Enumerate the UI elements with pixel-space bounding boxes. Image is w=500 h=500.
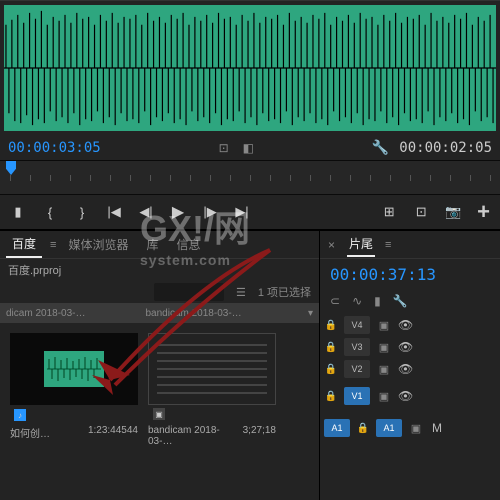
time-ruler[interactable] bbox=[0, 161, 500, 195]
lock-icon[interactable]: 🔒 bbox=[324, 320, 338, 331]
wrench-icon[interactable]: 🔧 bbox=[372, 139, 389, 156]
lock-icon[interactable]: 🔒 bbox=[324, 342, 338, 353]
program-timecode[interactable]: 00:00:02:05 bbox=[399, 140, 492, 156]
add-button[interactable]: + bbox=[477, 199, 490, 225]
track-toggle[interactable]: V3 bbox=[344, 338, 370, 356]
half-icon[interactable]: ◧ bbox=[243, 141, 254, 155]
insert-button[interactable]: ⊞ bbox=[381, 204, 397, 220]
eye-icon[interactable]: 👁 bbox=[398, 362, 412, 376]
film-icon[interactable]: ▣ bbox=[376, 390, 392, 403]
item-duration: 3;27;18 bbox=[243, 425, 276, 447]
col-2: bandicam 2018-03-… bbox=[145, 308, 241, 319]
fit-icon[interactable]: ⊡ bbox=[219, 141, 229, 155]
lock-icon[interactable]: 🔒 bbox=[324, 364, 338, 375]
track-a1[interactable]: A1 🔒 A1 ▣ M bbox=[322, 412, 498, 444]
eye-icon[interactable]: 👁 bbox=[398, 318, 412, 332]
sequence-tab[interactable]: 片尾 bbox=[347, 232, 375, 257]
lock-icon[interactable]: 🔒 bbox=[356, 423, 370, 434]
sort-icon[interactable]: ▾ bbox=[308, 308, 313, 319]
bin-item-audio[interactable]: ♪ 如何创… 1:23:44544 bbox=[10, 333, 138, 447]
go-to-out-button[interactable]: ▶| bbox=[234, 204, 250, 220]
marker-icon[interactable]: ▮ bbox=[10, 204, 26, 220]
sequence-timecode[interactable]: 00:00:37:13 bbox=[320, 259, 500, 290]
item-name: 如何创… bbox=[10, 425, 50, 440]
mute-icon[interactable]: M bbox=[430, 421, 444, 435]
transport-bar: ▮ { } |◀ ◀| ▶ |▶ ▶| ⊞ ⊡ 📷 + bbox=[0, 195, 500, 231]
video-thumb: ▣ bbox=[148, 333, 276, 405]
track-source-toggle[interactable]: A1 bbox=[324, 419, 350, 437]
go-to-in-button[interactable]: |◀ bbox=[106, 204, 122, 220]
video-badge-icon: ▣ bbox=[153, 408, 165, 420]
link-icon[interactable]: ∿ bbox=[352, 294, 362, 308]
bin-item-video[interactable]: ▣ bandicam 2018-03-… 3;27;18 bbox=[148, 333, 276, 447]
seq-tab-menu-icon[interactable]: ≡ bbox=[385, 239, 391, 251]
mark-in-button[interactable]: { bbox=[42, 204, 58, 220]
track-v2[interactable]: 🔒 V2 ▣ 👁 bbox=[322, 358, 498, 380]
settings-icon[interactable]: 🔧 bbox=[393, 294, 408, 308]
track-v3[interactable]: 🔒 V3 ▣ 👁 bbox=[322, 336, 498, 358]
item-name: bandicam 2018-03-… bbox=[148, 425, 243, 447]
track-v4[interactable]: 🔒 V4 ▣ 👁 bbox=[322, 314, 498, 336]
waveform-panel bbox=[0, 0, 500, 135]
col-1: dicam 2018-03-… bbox=[6, 308, 85, 319]
audio-badge-icon: ♪ bbox=[14, 409, 26, 421]
eye-icon[interactable]: 👁 bbox=[398, 340, 412, 354]
track-toggle[interactable]: V2 bbox=[344, 360, 370, 378]
items-header: dicam 2018-03-… bandicam 2018-03-… ▾ bbox=[0, 303, 319, 323]
eye-icon[interactable]: 👁 bbox=[398, 389, 412, 403]
film-icon[interactable]: ▣ bbox=[376, 319, 392, 332]
snap-icon[interactable]: ⊂ bbox=[330, 294, 340, 308]
timeline-panel: × 片尾 ≡ 00:00:37:13 ⊂ ∿ ▮ 🔧 🔒 V4 ▣ 👁 🔒 V3… bbox=[320, 231, 500, 500]
tab-libraries[interactable]: 库 bbox=[140, 232, 164, 257]
selection-text: 1 项已选择 bbox=[258, 284, 311, 300]
waveform-thumb-icon bbox=[44, 351, 104, 387]
audio-icon[interactable]: ▣ bbox=[408, 422, 424, 435]
project-panel: 百度 ≡ 媒体浏览器 库 信息 百度.prproj ☰ 1 项已选择 dicam… bbox=[0, 231, 320, 500]
marker-tool-icon[interactable]: ▮ bbox=[374, 294, 381, 308]
playhead-icon[interactable] bbox=[6, 161, 16, 175]
film-icon[interactable]: ▣ bbox=[376, 341, 392, 354]
search-input[interactable] bbox=[154, 283, 224, 301]
play-button[interactable]: ▶ bbox=[170, 204, 186, 220]
item-duration: 1:23:44544 bbox=[88, 425, 138, 440]
export-frame-button[interactable]: 📷 bbox=[445, 204, 461, 220]
audio-waveform[interactable] bbox=[0, 1, 500, 135]
tab-menu-icon[interactable]: ≡ bbox=[50, 239, 56, 251]
mark-out-button[interactable]: } bbox=[74, 204, 90, 220]
close-tab-icon[interactable]: × bbox=[328, 238, 335, 252]
track-toggle[interactable]: V1 bbox=[344, 387, 370, 405]
tab-media-browser[interactable]: 媒体浏览器 bbox=[62, 232, 134, 257]
source-timecode[interactable]: 00:00:03:05 bbox=[8, 140, 101, 156]
timecode-bar: 00:00:03:05 ⊡ ◧ 🔧 00:00:02:05 bbox=[0, 135, 500, 161]
step-forward-button[interactable]: |▶ bbox=[202, 204, 218, 220]
step-back-button[interactable]: ◀| bbox=[138, 204, 154, 220]
tab-info[interactable]: 信息 bbox=[170, 232, 206, 257]
project-file-name: 百度.prproj bbox=[8, 262, 61, 278]
track-v1[interactable]: 🔒 V1 ▣ 👁 bbox=[322, 380, 498, 412]
tab-project[interactable]: 百度 bbox=[6, 231, 42, 258]
track-toggle[interactable]: A1 bbox=[376, 419, 402, 437]
track-toggle[interactable]: V4 bbox=[344, 316, 370, 334]
list-view-icon[interactable]: ☰ bbox=[236, 286, 246, 299]
overwrite-button[interactable]: ⊡ bbox=[413, 204, 429, 220]
film-icon[interactable]: ▣ bbox=[376, 363, 392, 376]
lock-icon[interactable]: 🔒 bbox=[324, 391, 338, 402]
